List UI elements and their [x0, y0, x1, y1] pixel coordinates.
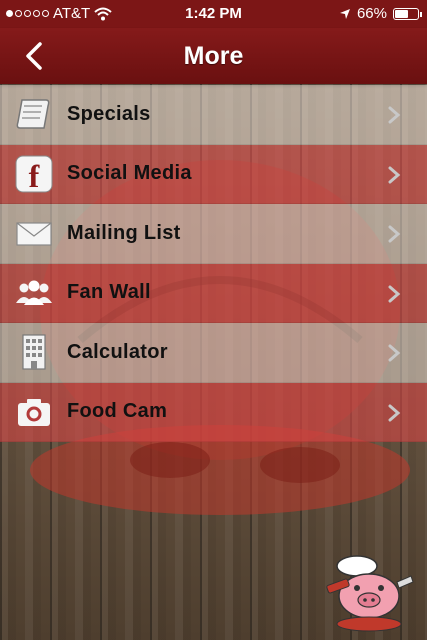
- envelope-icon: [12, 211, 56, 255]
- chevron-right-icon: [388, 106, 401, 124]
- menu-item-social-media[interactable]: f Social Media: [0, 144, 427, 204]
- status-bar: AT&T 1:42 PM 66%: [0, 0, 427, 28]
- chevron-right-icon: [388, 344, 401, 362]
- menu-item-label: Calculator: [67, 340, 168, 363]
- menu-item-food-cam[interactable]: Food Cam: [0, 382, 427, 442]
- page-title: More: [183, 42, 244, 70]
- battery-percent: 66%: [356, 5, 387, 22]
- menu-item-mailing-list[interactable]: Mailing List: [0, 204, 427, 264]
- menu-list: Specials f Social Media Mailing List Fan…: [0, 85, 427, 442]
- location-arrow-icon: [339, 8, 350, 19]
- chevron-right-icon: [388, 166, 401, 183]
- people-icon: [12, 271, 56, 315]
- navigation-bar: More: [0, 28, 427, 84]
- menu-item-label: Social Media: [67, 162, 192, 185]
- chevron-right-icon: [388, 225, 401, 243]
- facebook-icon: f: [12, 152, 56, 196]
- chevron-right-icon: [388, 404, 401, 421]
- menu-item-label: Specials: [67, 102, 151, 125]
- pig-chef-logo: [326, 555, 414, 632]
- menu-item-fan-wall[interactable]: Fan Wall: [0, 263, 427, 323]
- menu-item-label: Food Cam: [67, 400, 168, 423]
- menu-item-label: Mailing List: [67, 221, 181, 244]
- menu-item-specials[interactable]: Specials: [0, 85, 427, 145]
- chevron-right-icon: [388, 285, 401, 302]
- menu-item-calculator[interactable]: Calculator: [0, 323, 427, 383]
- svg-text:f: f: [29, 158, 40, 194]
- scroll-icon: [12, 92, 56, 136]
- menu-item-label: Fan Wall: [67, 281, 151, 304]
- building-icon: [12, 330, 56, 374]
- camera-icon: [12, 390, 56, 434]
- battery-icon: [393, 7, 422, 20]
